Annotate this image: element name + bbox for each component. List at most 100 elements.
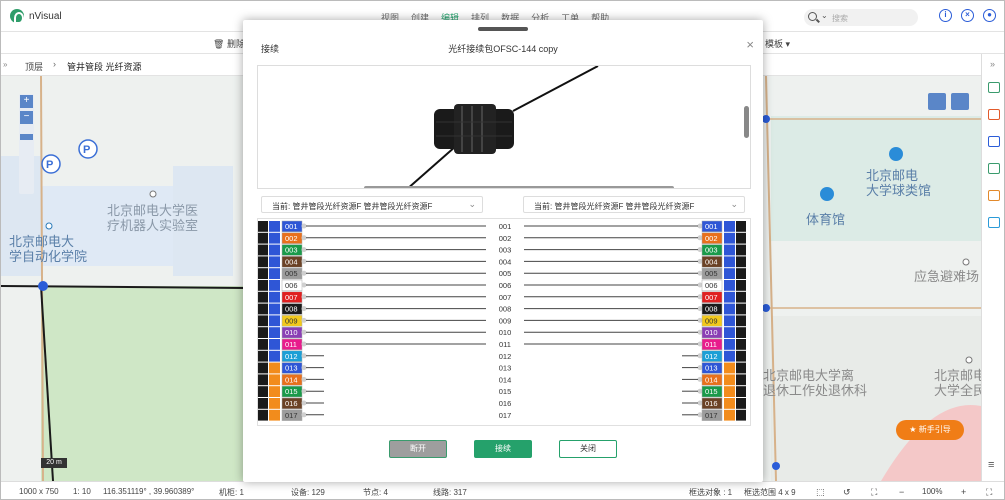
chart-icon[interactable] xyxy=(988,82,1000,93)
close-button[interactable]: 关闭 xyxy=(559,440,617,458)
preview-horizontal-scrollbar[interactable] xyxy=(364,186,674,188)
left-fiber-port[interactable] xyxy=(301,306,307,312)
left-fiber-handle[interactable] xyxy=(258,291,268,303)
link-icon[interactable] xyxy=(988,163,1000,174)
left-fiber-port[interactable] xyxy=(301,365,307,371)
left-fiber-handle[interactable] xyxy=(258,374,268,386)
collapse-right-icon[interactable]: » xyxy=(990,59,995,69)
left-fiber-handle[interactable] xyxy=(258,386,268,397)
right-tube-color xyxy=(724,221,735,232)
zoom-out-button[interactable]: − xyxy=(20,111,33,124)
left-fiber-port[interactable] xyxy=(301,223,307,229)
left-fiber-handle[interactable] xyxy=(258,244,268,256)
left-fiber-handle[interactable] xyxy=(258,303,268,315)
left-fiber-port[interactable] xyxy=(301,376,307,382)
right-fiber-handle[interactable] xyxy=(736,339,746,350)
right-fiber-handle[interactable] xyxy=(736,398,746,409)
left-fiber-port[interactable] xyxy=(301,412,307,418)
user-icon[interactable]: ● xyxy=(983,9,996,22)
left-fiber-port[interactable] xyxy=(301,388,307,394)
connect-button[interactable]: 接续 xyxy=(474,440,532,458)
right-fiber-handle[interactable] xyxy=(736,244,746,256)
search-icon[interactable] xyxy=(808,12,817,21)
delete-button[interactable]: 🗑 删除 xyxy=(213,37,245,50)
preview-vertical-scrollbar[interactable] xyxy=(744,106,749,138)
left-tube-color xyxy=(269,339,280,350)
right-fiber-handle[interactable] xyxy=(736,362,746,374)
left-fiber-port[interactable] xyxy=(301,270,307,276)
right-cable-select[interactable]: 当前: 管井管段光纤资源F 管井管段光纤资源F ⌄ xyxy=(523,196,745,213)
right-fiber-handle[interactable] xyxy=(736,315,746,327)
right-fiber-handle[interactable] xyxy=(736,386,746,397)
right-fiber-handle[interactable] xyxy=(736,268,746,279)
left-fiber-port[interactable] xyxy=(301,258,307,264)
left-fiber-port[interactable] xyxy=(301,353,307,359)
right-fiber-handle[interactable] xyxy=(736,232,746,244)
left-fiber-port[interactable] xyxy=(301,294,307,300)
map-search-icon[interactable] xyxy=(951,93,969,110)
right-fiber-handle[interactable] xyxy=(736,409,746,421)
left-fiber-handle[interactable] xyxy=(258,362,268,374)
left-fiber-handle[interactable] xyxy=(258,221,268,232)
fiber-splice-panel[interactable]: 001 001 001 002 002 002 003 003 003 004 004 004 005 0… xyxy=(257,218,751,426)
right-fiber-handle[interactable] xyxy=(736,327,746,338)
info-icon[interactable]: i xyxy=(939,9,952,22)
left-fiber-port[interactable] xyxy=(301,341,307,347)
menu-icon[interactable]: ≡ xyxy=(988,459,994,471)
search-placeholder[interactable]: 搜索 xyxy=(832,13,848,24)
left-cable-select[interactable]: 当前: 管井管段光纤资源F 管井管段光纤资源F ⌄ xyxy=(261,196,483,213)
zoom-out-icon[interactable]: − xyxy=(899,487,904,497)
left-fiber-port[interactable] xyxy=(301,235,307,241)
template-button[interactable]: 模板 ▾ xyxy=(765,37,790,50)
disconnect-button[interactable]: 断开 xyxy=(389,440,447,458)
right-fiber-handle[interactable] xyxy=(736,350,746,362)
close-circle-icon[interactable]: × xyxy=(961,9,974,22)
zoom-in-button[interactable]: + xyxy=(20,95,33,108)
left-fiber-port[interactable] xyxy=(301,400,307,406)
list-icon[interactable] xyxy=(988,109,1000,120)
chevron-down-icon[interactable]: ⌄ xyxy=(821,11,828,20)
map-label-retire: 北京邮电大学离 退休工作处退休科 xyxy=(763,368,868,398)
settings-icon[interactable] xyxy=(988,190,1000,201)
right-fiber-handle[interactable] xyxy=(736,221,746,232)
drag-handle[interactable] xyxy=(478,27,528,31)
monitor-icon[interactable] xyxy=(988,217,1000,228)
fit-icon[interactable]: ⛶ xyxy=(871,487,877,498)
left-fiber-handle[interactable] xyxy=(258,350,268,362)
left-fiber-port[interactable] xyxy=(301,317,307,323)
layers-icon[interactable] xyxy=(928,93,946,110)
breadcrumb-root[interactable]: 顶层 xyxy=(25,60,43,73)
left-fiber-handle[interactable] xyxy=(258,409,268,421)
right-tube-color xyxy=(724,374,735,386)
zoom-in-icon[interactable]: + xyxy=(961,487,966,497)
right-fiber-handle[interactable] xyxy=(736,280,746,291)
left-fiber-handle[interactable] xyxy=(258,315,268,327)
status-zoom: 100% xyxy=(922,487,943,496)
left-fiber-port[interactable] xyxy=(301,329,307,335)
zoom-slider-handle[interactable] xyxy=(20,134,33,140)
expand-left-icon[interactable]: » xyxy=(1,54,13,78)
network-icon[interactable] xyxy=(988,136,1000,147)
close-icon[interactable]: × xyxy=(746,37,754,52)
search-box[interactable]: ⌄ 搜索 xyxy=(804,9,918,26)
guide-button[interactable]: ★ 新手引导 xyxy=(896,420,964,440)
chevron-down-icon: ⌄ xyxy=(730,199,738,209)
left-fiber-port[interactable] xyxy=(301,247,307,253)
left-fiber-port[interactable] xyxy=(301,282,307,288)
left-fiber-handle[interactable] xyxy=(258,268,268,279)
right-fiber-handle[interactable] xyxy=(736,291,746,303)
left-fiber-handle[interactable] xyxy=(258,256,268,268)
pointer-icon[interactable]: ⬚ xyxy=(816,487,825,498)
left-fiber-handle[interactable] xyxy=(258,327,268,338)
rotate-icon[interactable]: ↺ xyxy=(843,487,851,498)
left-fiber-handle[interactable] xyxy=(258,232,268,244)
right-tube-color xyxy=(724,244,735,256)
fullscreen-icon[interactable]: ⛶ xyxy=(986,487,992,498)
app-window: nVisual 视图 创建 编辑 排列 数据 分析 工单 帮助 ⌄ 搜索 i × ● 🗑 删除… xyxy=(0,0,1005,500)
right-fiber-handle[interactable] xyxy=(736,256,746,268)
right-fiber-handle[interactable] xyxy=(736,374,746,386)
left-fiber-handle[interactable] xyxy=(258,398,268,409)
right-fiber-handle[interactable] xyxy=(736,303,746,315)
left-fiber-handle[interactable] xyxy=(258,339,268,350)
left-fiber-handle[interactable] xyxy=(258,280,268,291)
